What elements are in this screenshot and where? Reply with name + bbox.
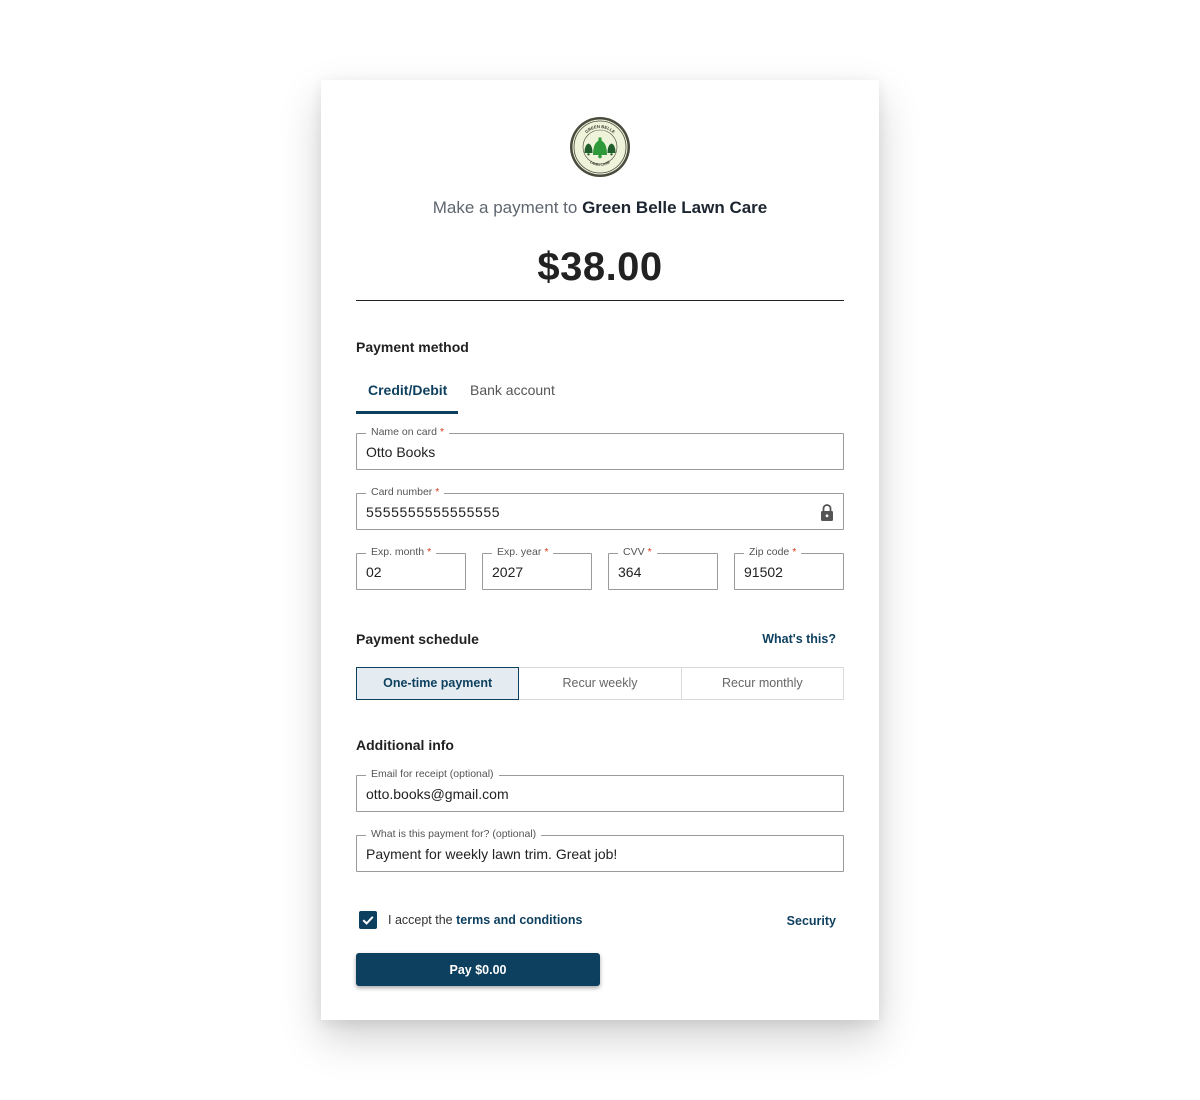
card-number-field: Card number * — [356, 485, 844, 530]
pay-button[interactable]: Pay $0.00 — [356, 953, 600, 986]
payment-headline: Make a payment to Green Belle Lawn Care — [321, 198, 879, 218]
tab-bank-account[interactable]: Bank account — [470, 377, 555, 414]
payment-schedule-header: Payment schedule What's this? — [356, 631, 844, 649]
zip-code-field: Zip code * — [734, 545, 844, 590]
name-on-card-field: Name on card * — [356, 425, 844, 470]
email-field: Email for receipt (optional) — [356, 767, 844, 812]
terms-checkbox[interactable] — [359, 911, 377, 929]
memo-field: What is this payment for? (optional) — [356, 827, 844, 872]
exp-year-input[interactable] — [492, 564, 560, 580]
payment-method-title: Payment method — [356, 339, 469, 355]
checkmark-icon — [362, 916, 374, 925]
amount-divider — [356, 300, 844, 301]
payment-card: GREEN BELLE LAWN CARE Make a payment to … — [321, 80, 879, 1020]
card-number-label: Card number * — [366, 485, 445, 499]
required-marker: * — [792, 546, 797, 558]
terms-row: I accept the terms and conditions Securi… — [356, 911, 844, 931]
tab-credit-debit[interactable]: Credit/Debit — [356, 377, 458, 414]
lock-icon — [821, 504, 833, 521]
payment-method-tabs: Credit/Debit Bank account — [356, 377, 844, 414]
exp-year-label: Exp. year * — [492, 545, 554, 559]
required-marker: * — [439, 426, 445, 438]
merchant-logo-icon: GREEN BELLE LAWN CARE — [570, 117, 630, 177]
required-marker: * — [427, 546, 432, 558]
email-input[interactable] — [366, 786, 812, 802]
terms-text: I accept the terms and conditions — [388, 913, 583, 927]
email-label: Email for receipt (optional) — [366, 767, 499, 781]
whats-this-link[interactable]: What's this? — [762, 632, 836, 646]
exp-month-field: Exp. month * — [356, 545, 466, 590]
terms-link[interactable]: terms and conditions — [456, 913, 582, 927]
zip-code-label: Zip code * — [744, 545, 802, 559]
card-number-input[interactable] — [366, 504, 812, 520]
security-link[interactable]: Security — [787, 914, 836, 928]
additional-info-title: Additional info — [356, 737, 454, 753]
payment-schedule-title: Payment schedule — [356, 631, 479, 647]
name-on-card-label: Name on card * — [366, 425, 450, 439]
required-marker: * — [647, 546, 652, 558]
required-marker: * — [544, 546, 549, 558]
merchant-name: Green Belle Lawn Care — [582, 198, 768, 217]
exp-month-input[interactable] — [366, 564, 434, 580]
option-one-time-payment[interactable]: One-time payment — [356, 667, 520, 700]
payment-amount: $38.00 — [537, 245, 663, 289]
terms-prefix: I accept the — [388, 913, 453, 927]
exp-year-field: Exp. year * — [482, 545, 592, 590]
memo-input[interactable] — [366, 846, 812, 862]
cvv-label: CVV * — [618, 545, 657, 559]
option-recur-weekly[interactable]: Recur weekly — [519, 667, 682, 700]
cvv-field: CVV * — [608, 545, 718, 590]
required-marker: * — [435, 486, 440, 498]
memo-label: What is this payment for? (optional) — [366, 827, 542, 841]
option-recur-monthly[interactable]: Recur monthly — [681, 667, 844, 700]
zip-code-input[interactable] — [744, 564, 812, 580]
headline-prefix: Make a payment to — [432, 198, 578, 217]
name-on-card-input[interactable] — [366, 444, 812, 460]
exp-month-label: Exp. month * — [366, 545, 437, 559]
cvv-input[interactable] — [618, 564, 686, 580]
payment-schedule-selector: One-time payment Recur weekly Recur mont… — [356, 667, 844, 700]
